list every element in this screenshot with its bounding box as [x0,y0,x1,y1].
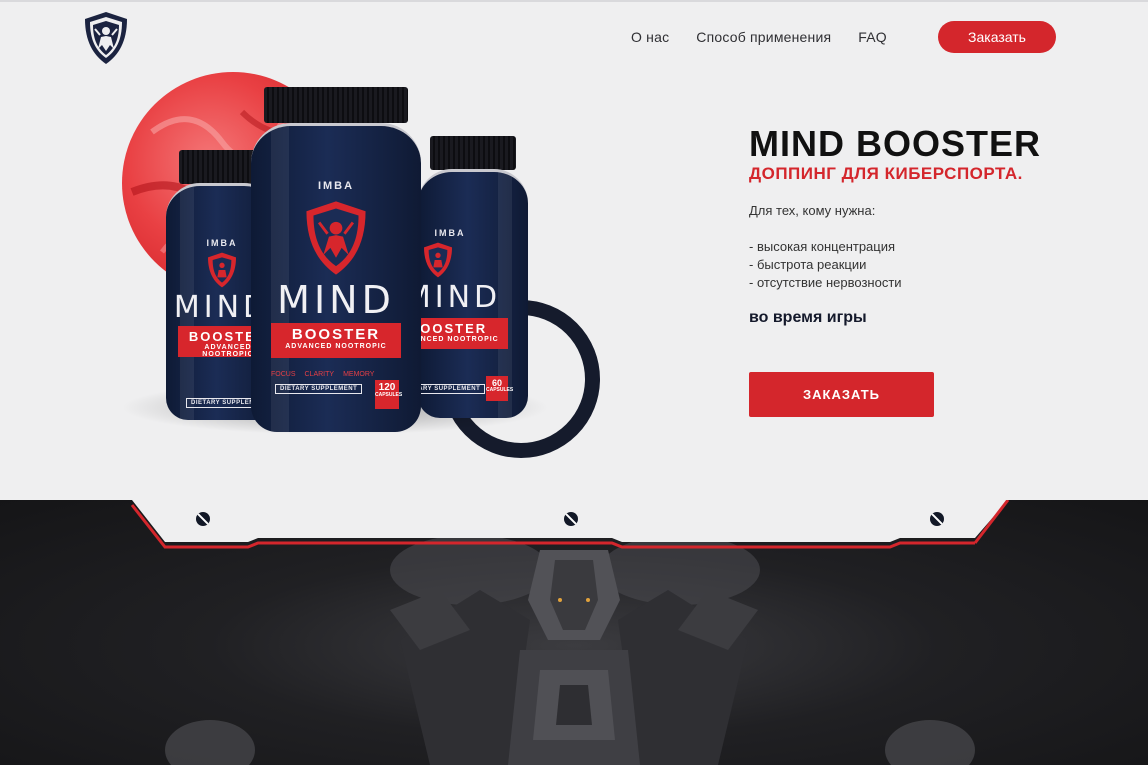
shield-emblem-icon [208,252,236,288]
capsule-unit: CAPSULES [486,387,514,393]
section-frame [0,500,1148,549]
bottle-main: IMBA MIND BOOSTER ADVANCED NOOTROPIC FOC… [251,87,421,432]
bottle-cap [430,136,516,170]
focus-icon: FOCUS [271,371,296,378]
shield-emblem-icon [424,242,452,278]
bottle-booster-label: BOOSTER ADVANCED NOOTROPIC [271,323,401,358]
bottle-name: MIND [418,280,502,315]
main-nav: О нас Способ применения FAQ [631,29,887,45]
during-game-text: во время игры [749,309,867,326]
bottle-small-right: IMBA MIND BOOSTER ADVANCED NOOTROPIC DIE… [418,136,528,418]
nav-faq[interactable]: FAQ [858,29,887,45]
supplement-label: DIETARY SUPPLEMENT [275,384,363,394]
hero-order-button[interactable]: ЗАКАЗАТЬ [749,372,934,417]
hero-title: MIND BOOSTER [749,123,1042,164]
benefit-item: - высокая концентрация [749,239,896,254]
booster-text: BOOSTER [291,326,381,343]
clarity-icon: CLARITY [304,371,335,378]
bottle-body: IMBA MIND BOOSTER ADVANCED NOOTROPIC FOC… [251,123,421,432]
hero-intro: Для тех, кому нужна: [749,203,876,218]
bottle-name: MIND [277,278,395,322]
bottle-booster-label: BOOSTER ADVANCED NOOTROPIC [418,318,508,349]
bottle-brand: IMBA [434,228,466,238]
pill-dot-icon [564,512,578,526]
capsule-count-badge: 60 CAPSULES [486,376,514,401]
top-border [0,0,1148,2]
shield-logo-icon[interactable] [83,11,129,65]
capsule-unit: CAPSULES [375,392,403,398]
benefit-icons: FOCUS CLARITY MEMORY [271,371,374,378]
benefit-item: - отсутствие нервозности [749,275,902,290]
nav-usage[interactable]: Способ применения [696,29,831,45]
tagline-text: ADVANCED NOOTROPIC [285,343,387,350]
hero-subtitle: ДОППИНГ ДЛЯ КИБЕРСПОРТА. [749,164,1023,183]
benefit-item: - быстрота реакции [749,257,867,272]
dark-hero-section [0,500,1148,765]
pill-dot-icon [196,512,210,526]
bottle-body: IMBA MIND BOOSTER ADVANCED NOOTROPIC DIE… [418,169,528,418]
benefits-list: - высокая концентрация - быстрота реакци… [749,238,902,292]
capsule-count-badge: 120 CAPSULES [375,380,403,409]
nav-about[interactable]: О нас [631,29,669,45]
memory-icon: MEMORY [343,371,375,378]
supplement-label: DIETARY SUPPLEMENT [418,384,486,394]
shield-emblem-icon [306,201,366,275]
bottle-cap [264,87,408,123]
bottle-brand: IMBA [317,180,355,192]
pill-dot-icon [930,512,944,526]
header-order-button[interactable]: Заказать [938,21,1056,53]
booster-text: BOOSTER [418,321,488,336]
tagline-text: ADVANCED NOOTROPIC [418,336,499,343]
